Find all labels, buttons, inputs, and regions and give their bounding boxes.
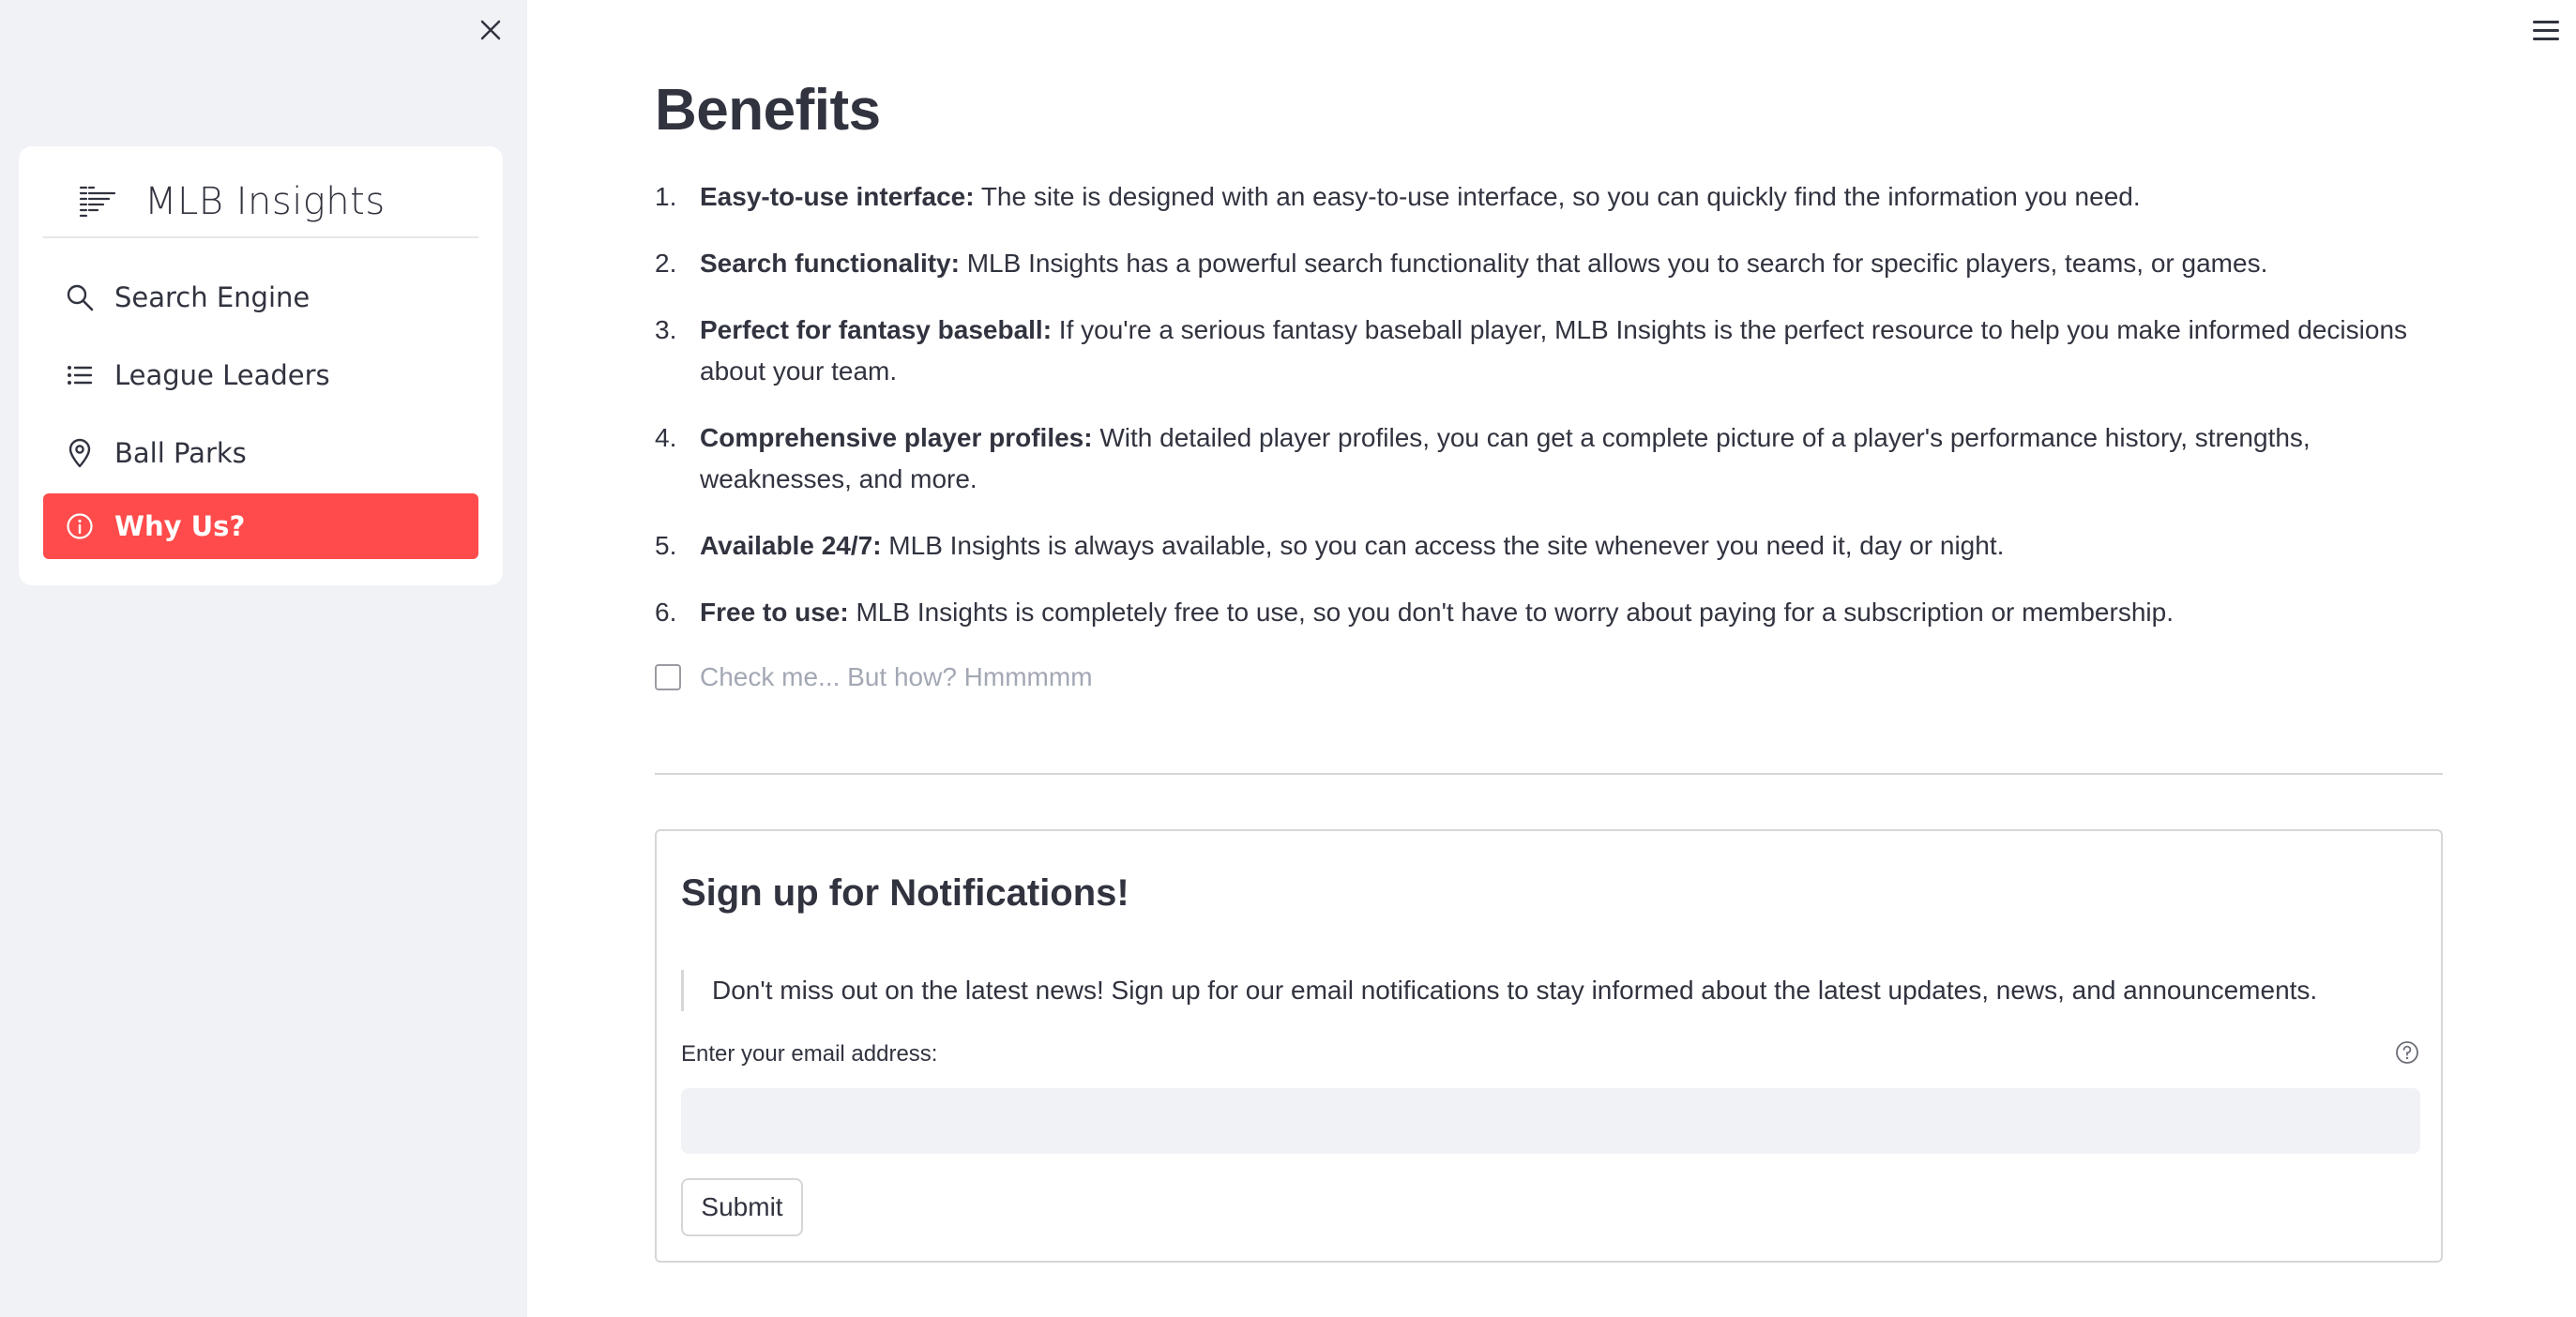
streamlit-logo-icon bbox=[77, 181, 118, 222]
question-circle-icon[interactable] bbox=[2394, 1039, 2420, 1066]
benefit-title: Available 24/7: bbox=[700, 531, 882, 560]
signup-description: Don't miss out on the latest news! Sign … bbox=[681, 970, 2317, 1011]
email-field[interactable] bbox=[681, 1088, 2420, 1154]
sidebar: MLB Insights Search Engine League Leader… bbox=[0, 0, 527, 1317]
close-sidebar-button[interactable] bbox=[474, 13, 508, 47]
check-me-checkbox[interactable] bbox=[655, 664, 681, 690]
list-item: 3. Perfect for fantasy baseball: If you'… bbox=[655, 310, 2456, 392]
main-content: Benefits 1. Easy-to-use interface: The s… bbox=[527, 0, 2576, 1317]
list-item: 2. Search functionality: MLB Insights ha… bbox=[655, 243, 2456, 284]
info-icon bbox=[64, 510, 96, 542]
benefit-text: MLB Insights is always available, so you… bbox=[881, 531, 2005, 560]
list-number: 5. bbox=[655, 531, 677, 560]
list-number: 4. bbox=[655, 423, 677, 452]
list-item: 5. Available 24/7: MLB Insights is alway… bbox=[655, 525, 2456, 567]
submit-button[interactable]: Submit bbox=[681, 1178, 803, 1236]
benefit-text: MLB Insights is completely free to use, … bbox=[848, 598, 2174, 627]
benefit-title: Easy-to-use interface: bbox=[700, 182, 975, 211]
sidebar-item-league-leaders[interactable]: League Leaders bbox=[43, 342, 478, 408]
email-field-label: Enter your email address: bbox=[681, 1041, 938, 1067]
benefit-title: Comprehensive player profiles: bbox=[700, 423, 1093, 452]
sidebar-item-why-us[interactable]: Why Us? bbox=[43, 493, 478, 559]
page-title: Benefits bbox=[655, 78, 881, 143]
benefit-text: MLB Insights has a powerful search funct… bbox=[959, 249, 2268, 278]
benefit-title: Perfect for fantasy baseball: bbox=[700, 315, 1053, 344]
sidebar-item-label: Why Us? bbox=[114, 510, 246, 542]
nav-brand: MLB Insights bbox=[43, 167, 478, 238]
benefits-list: 1. Easy-to-use interface: The site is de… bbox=[655, 176, 2456, 658]
benefit-text: The site is designed with an easy-to-use… bbox=[974, 182, 2141, 211]
sidebar-item-label: League Leaders bbox=[114, 359, 330, 391]
search-icon bbox=[64, 281, 96, 313]
benefit-title: Free to use: bbox=[700, 598, 849, 627]
list-icon bbox=[64, 359, 96, 391]
sidebar-item-label: Search Engine bbox=[114, 281, 311, 313]
sidebar-item-label: Ball Parks bbox=[114, 437, 247, 469]
hamburger-menu-icon[interactable] bbox=[2529, 13, 2563, 47]
list-item: 4. Comprehensive player profiles: With d… bbox=[655, 417, 2456, 500]
signup-form: Sign up for Notifications! Don't miss ou… bbox=[655, 829, 2443, 1263]
navigation-menu: MLB Insights Search Engine League Leader… bbox=[19, 146, 503, 585]
brand-title: MLB Insights bbox=[144, 180, 386, 223]
sidebar-item-search-engine[interactable]: Search Engine bbox=[43, 265, 478, 330]
divider bbox=[655, 773, 2443, 775]
check-me-checkbox-row[interactable]: Check me... But how? Hmmmmm bbox=[655, 662, 1093, 692]
signup-title: Sign up for Notifications! bbox=[681, 872, 1129, 914]
close-icon bbox=[480, 20, 501, 40]
list-number: 3. bbox=[655, 315, 677, 344]
sidebar-item-ball-parks[interactable]: Ball Parks bbox=[43, 420, 478, 486]
list-item: 6. Free to use: MLB Insights is complete… bbox=[655, 592, 2456, 633]
list-number: 2. bbox=[655, 249, 677, 278]
list-number: 6. bbox=[655, 598, 677, 627]
map-pin-icon bbox=[64, 437, 96, 469]
benefit-title: Search functionality: bbox=[700, 249, 960, 278]
list-item: 1. Easy-to-use interface: The site is de… bbox=[655, 176, 2456, 218]
list-number: 1. bbox=[655, 182, 677, 211]
checkbox-label: Check me... But how? Hmmmmm bbox=[700, 662, 1093, 691]
